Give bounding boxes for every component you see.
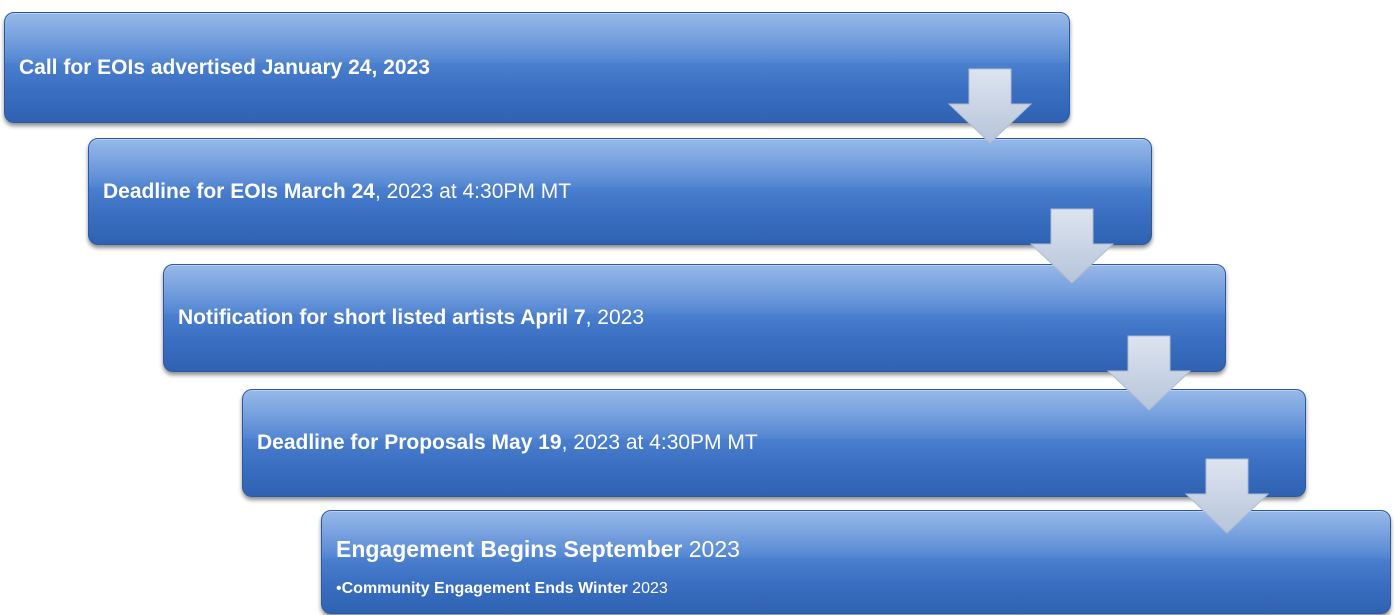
step-4-normal-text: , 2023 at 4:30PM MT	[561, 431, 758, 454]
step-4-bold-text: Deadline for Proposals May 19	[257, 431, 562, 454]
step-5-sub-bold-text: Community Engagement Ends Winter	[341, 580, 628, 597]
step-1-text: Call for EOIs advertised January 24, 202…	[5, 13, 1069, 122]
step-1-bold-text: Call for EOIs advertised January 24, 202…	[19, 55, 430, 79]
step-5-subitem: •Community Engagement Ends Winter 2023	[336, 580, 668, 598]
down-arrow-icon	[1185, 458, 1269, 534]
step-2-text: Deadline for EOIs March 24, 2023 at 4:30…	[89, 139, 1151, 244]
step-2-normal-text: , 2023 at 4:30PM MT	[374, 179, 572, 203]
down-arrow-icon	[1107, 335, 1191, 411]
step-3-bold-text: Notification for short listed artists Ap…	[178, 306, 586, 329]
down-arrow-icon	[948, 68, 1032, 144]
step-2-bold-text: Deadline for EOIs March 24	[103, 179, 375, 203]
step-5-normal-text: 2023	[682, 536, 740, 562]
step-1-box: Call for EOIs advertised January 24, 202…	[4, 12, 1070, 123]
step-2-box: Deadline for EOIs March 24, 2023 at 4:30…	[88, 138, 1152, 245]
step-5-text: Engagement Begins September 2023	[336, 536, 740, 563]
step-5-bold-text: Engagement Begins September	[336, 536, 683, 562]
step-3-normal-text: , 2023	[585, 306, 644, 329]
down-arrow-icon	[1030, 208, 1114, 284]
step-5-sub-normal-text: 2023	[627, 580, 668, 597]
